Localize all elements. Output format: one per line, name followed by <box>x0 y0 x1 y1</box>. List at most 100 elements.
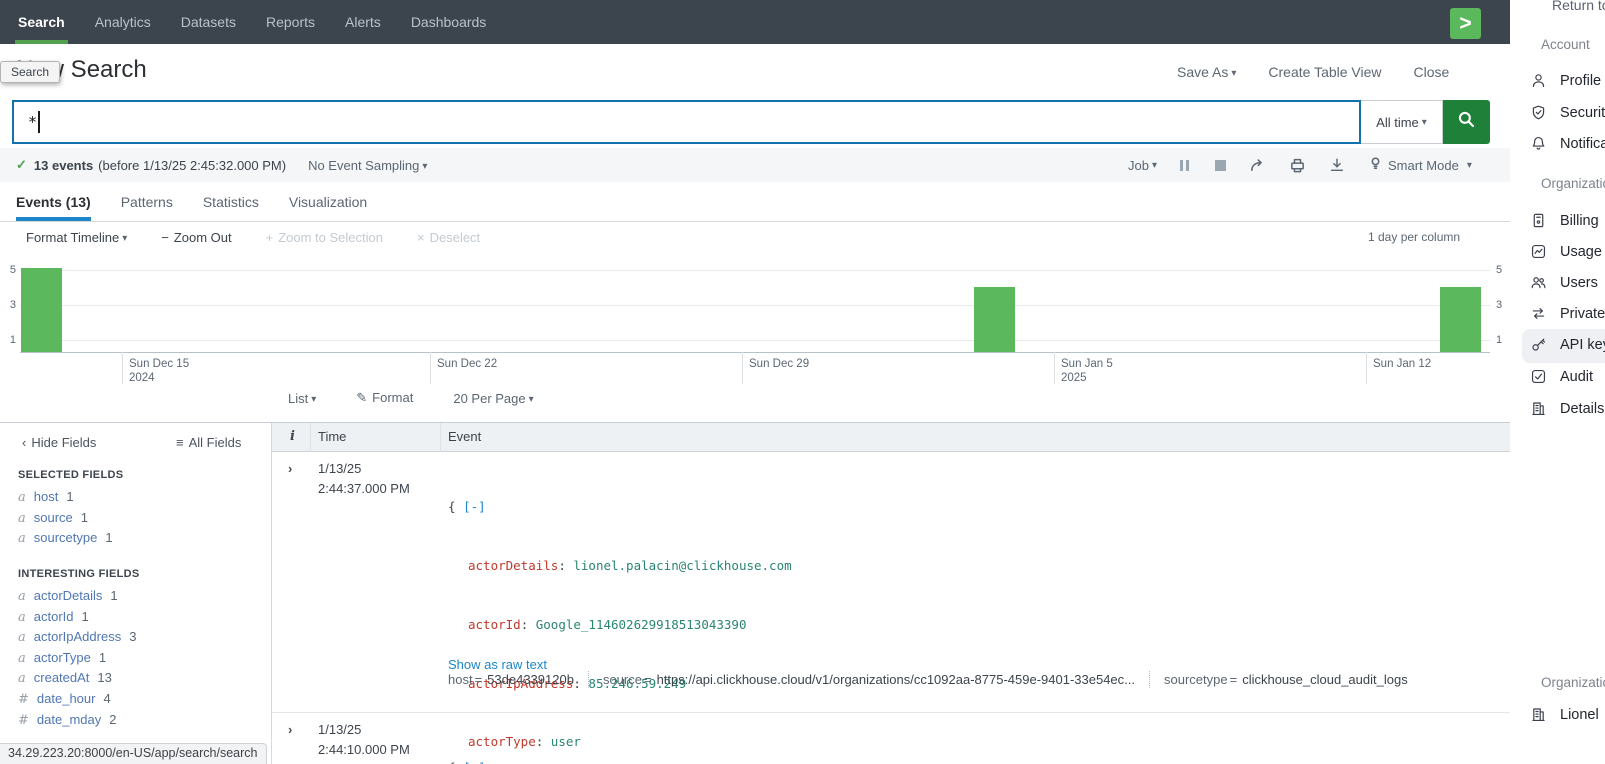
menu-item-billing[interactable]: Billing <box>1530 212 1599 229</box>
expand-row-icon[interactable]: › <box>288 722 292 737</box>
usage-chart-icon <box>1530 243 1547 260</box>
stop-button[interactable] <box>1215 160 1226 171</box>
zoom-to-selection-button[interactable]: +Zoom to Selection <box>266 230 383 245</box>
menu-item-users[interactable]: Users <box>1530 274 1598 291</box>
time-range-picker[interactable]: All time▾ <box>1361 100 1443 144</box>
search-mode-label: Smart Mode <box>1388 158 1459 173</box>
menu-item-usage[interactable]: Usage <box>1530 243 1602 260</box>
tab-visualization[interactable]: Visualization <box>289 182 367 221</box>
list-view-dropdown[interactable]: List▾ <box>288 391 316 406</box>
collapse-json-link[interactable]: [-] <box>463 499 486 514</box>
nav-item-dashboards[interactable]: Dashboards <box>411 0 487 44</box>
menu-item-notifications[interactable]: Notifications <box>1530 135 1605 152</box>
plus-icon: + <box>266 230 274 245</box>
x-tick <box>1054 352 1055 384</box>
menu-item-profile[interactable]: Profile <box>1530 72 1601 89</box>
meta-host-value[interactable]: 53de4339120b <box>487 672 574 687</box>
field-item-sourcetype[interactable]: asourcetype1 <box>18 528 113 549</box>
return-to-link[interactable]: Return to <box>1552 0 1605 13</box>
per-page-dropdown[interactable]: 20 Per Page▾ <box>453 391 533 406</box>
timeline-bar[interactable] <box>21 268 62 352</box>
event-time: 1/13/252:44:37.000 PM <box>318 459 410 499</box>
collapse-json-link[interactable]: [-] <box>463 760 486 764</box>
job-menu[interactable]: Job▾ <box>1128 158 1157 173</box>
zoom-out-label: Zoom Out <box>174 230 232 245</box>
menu-item-organization-lionel[interactable]: Lionel <box>1530 706 1599 723</box>
text-cursor <box>38 111 40 133</box>
field-item-date_hour[interactable]: #date_hour4 <box>18 689 136 710</box>
menu-item-audit[interactable]: Audit <box>1530 368 1593 385</box>
key-icon <box>1530 336 1547 353</box>
row-divider <box>272 712 1511 713</box>
nav-item-reports[interactable]: Reports <box>266 0 315 44</box>
event-sampling-dropdown[interactable]: No Event Sampling▾ <box>308 158 427 173</box>
field-item-actorDetails[interactable]: aactorDetails1 <box>18 586 136 607</box>
column-header-time: Time <box>318 429 346 444</box>
list-label: List <box>288 391 308 406</box>
meta-divider <box>588 671 589 688</box>
caret-down-icon: ▾ <box>311 394 316 405</box>
caret-down-icon: ▾ <box>1467 160 1472 171</box>
building-icon <box>1530 706 1547 723</box>
interesting-fields-header: INTERESTING FIELDS <box>18 568 140 580</box>
field-item-actorIpAddress[interactable]: aactorIpAddress3 <box>18 627 136 648</box>
share-button[interactable] <box>1249 157 1266 174</box>
format-dropdown[interactable]: ✎Format <box>356 390 413 406</box>
meta-source-label: source <box>603 672 642 687</box>
lightbulb-icon <box>1368 156 1383 174</box>
menu-item-private-endpoints[interactable]: Private <box>1530 305 1605 322</box>
zoom-out-button[interactable]: −Zoom Out <box>161 230 231 245</box>
field-item-actorId[interactable]: aactorId1 <box>18 607 136 628</box>
save-as-button[interactable]: Save As▾ <box>1177 64 1236 80</box>
nav-label: Search <box>18 14 65 30</box>
export-button[interactable] <box>1329 157 1345 173</box>
menu-item-security[interactable]: Security <box>1530 104 1605 121</box>
deselect-button[interactable]: ×Deselect <box>417 230 480 245</box>
format-timeline-dropdown[interactable]: Format Timeline▾ <box>26 230 127 245</box>
search-query-input[interactable]: * <box>12 100 1361 144</box>
nav-item-datasets[interactable]: Datasets <box>181 0 236 44</box>
tab-patterns[interactable]: Patterns <box>121 182 173 221</box>
close-button[interactable]: Close <box>1414 64 1450 80</box>
expand-row-icon[interactable]: › <box>288 461 292 476</box>
field-item-createdAt[interactable]: acreatedAt13 <box>18 668 136 689</box>
search-bar: * All time▾ <box>12 100 1490 144</box>
meta-sourcetype-value[interactable]: clickhouse_cloud_audit_logs <box>1242 672 1408 687</box>
nav-label: Alerts <box>345 14 381 30</box>
timeline-bar[interactable] <box>1440 287 1481 352</box>
column-header-event: Event <box>448 429 481 444</box>
timeline-bar[interactable] <box>974 287 1015 352</box>
x-tick-label: Sun Jan 52025 <box>1061 357 1113 385</box>
nav-item-alerts[interactable]: Alerts <box>345 0 381 44</box>
all-fields-button[interactable]: ≡All Fields <box>176 435 241 450</box>
field-item-date_mday[interactable]: #date_mday2 <box>18 710 136 731</box>
x-tick-label: Sun Dec 29 <box>749 357 809 371</box>
search-submit-button[interactable] <box>1443 100 1490 144</box>
format-label: Format <box>372 390 413 405</box>
menu-item-details[interactable]: Details <box>1530 400 1604 417</box>
hide-fields-label: Hide Fields <box>31 435 96 450</box>
stop-icon <box>1215 160 1226 171</box>
nav-item-analytics[interactable]: Analytics <box>95 0 151 44</box>
time-range-label: All time <box>1376 115 1419 130</box>
tab-statistics[interactable]: Statistics <box>203 182 259 221</box>
print-button[interactable] <box>1289 157 1306 174</box>
create-table-view-button[interactable]: Create Table View <box>1268 64 1381 80</box>
job-controls: Job▾ Smart Mode ▾ <box>1128 148 1472 182</box>
event-count: 13 events <box>34 158 93 173</box>
field-item-actorType[interactable]: aactorType1 <box>18 648 136 669</box>
nav-item-search[interactable]: Search <box>18 0 65 44</box>
meta-source-value[interactable]: https://api.clickhouse.cloud/v1/organiza… <box>657 672 1135 687</box>
field-item-source[interactable]: asource1 <box>18 508 113 529</box>
search-mode-dropdown[interactable]: Smart Mode ▾ <box>1368 156 1472 174</box>
hide-fields-button[interactable]: ‹Hide Fields <box>22 435 96 450</box>
y-tick-label-right: 3 <box>1496 299 1510 311</box>
tab-events[interactable]: Events (13) <box>16 182 91 221</box>
event-json: { [-] actorDetails: lionel.palacin@click… <box>448 719 792 764</box>
pause-button[interactable] <box>1180 160 1192 171</box>
field-item-host[interactable]: ahost1 <box>18 487 113 508</box>
show-raw-text-link[interactable]: Show as raw text <box>448 657 547 672</box>
x-tick <box>742 352 743 384</box>
menu-item-api-keys[interactable]: API keys <box>1530 336 1605 353</box>
splunk-logo-icon[interactable]: > <box>1450 8 1481 39</box>
